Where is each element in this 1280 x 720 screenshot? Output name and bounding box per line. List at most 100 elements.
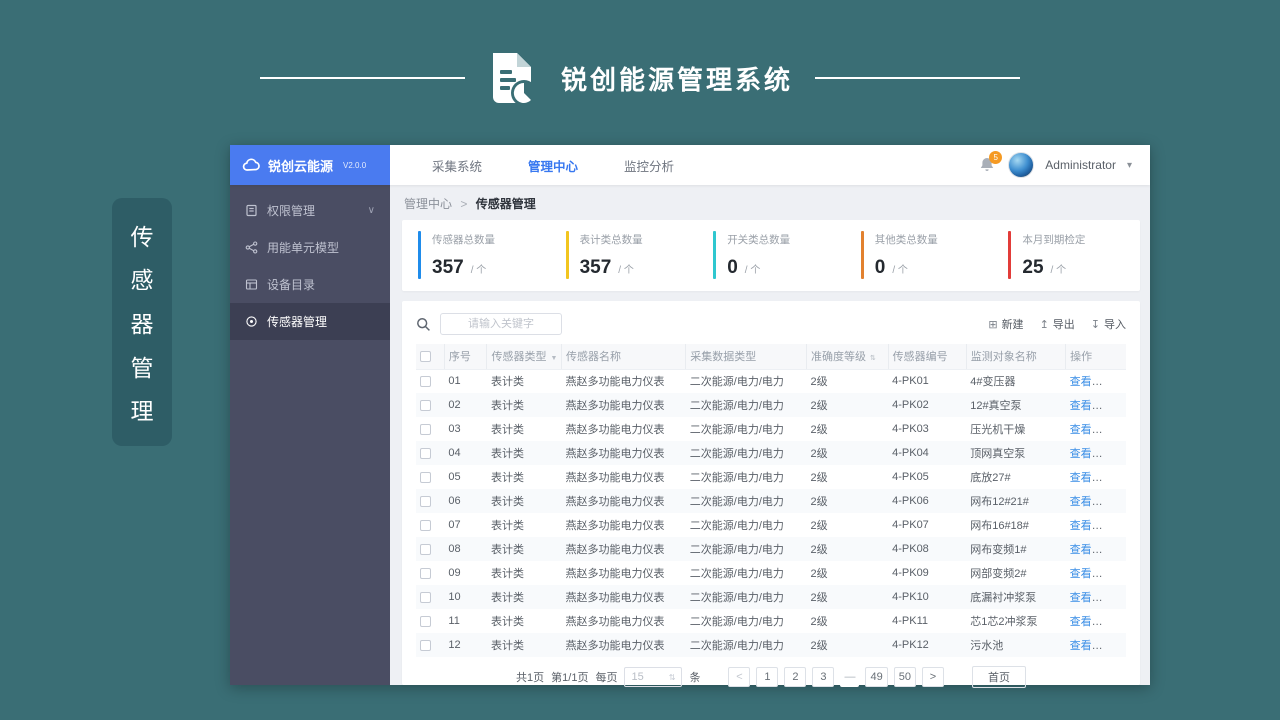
row-checkbox[interactable] [420,519,431,531]
view-link[interactable]: 查看 [1070,472,1092,484]
delete-link[interactable]: 删除 [1101,400,1123,412]
per-page-label: 每页 [595,672,618,684]
cell-target-name: 网布16#18# [970,520,1029,532]
delete-link[interactable]: 删除 [1101,640,1123,652]
delete-link[interactable]: 删除 [1101,592,1123,604]
delete-link[interactable]: 删除 [1101,544,1123,556]
per-page-input[interactable]: 15 ⇅ [624,667,683,687]
main-content: 管理中心 > 传感器管理 传感器总数量 357/ 个 表计类总数量 357/ 个 [390,185,1150,688]
cell-no: 01 [448,375,461,388]
row-checkbox[interactable] [420,591,431,603]
col-accuracy: 准确度等级 ⇅ [805,344,889,370]
delete-link[interactable]: 删除 [1101,448,1123,460]
table-row: 10 表计类 燕赵多功能电力仪表 二次能源/电力/电力 2级 4-PK10 底漏… [416,585,1126,609]
row-checkbox[interactable] [420,639,431,651]
next-page-button[interactable]: > [921,667,944,687]
delete-link[interactable]: 删除 [1101,496,1123,508]
sort-icon[interactable]: ⇅ [870,355,876,362]
view-link[interactable]: 查看 [1070,520,1092,532]
row-checkbox[interactable] [420,495,431,507]
cell-sensor-code: 4-PK07 [892,519,929,531]
row-checkbox[interactable] [420,447,431,459]
row-checkbox[interactable] [420,567,431,579]
sidebar-item-energy-unit-model[interactable]: 用能单元模型 [230,229,390,266]
cell-no: 03 [448,423,461,435]
cell-sensor-type: 表计类 [490,448,524,460]
cell-sensor-type: 表计类 [490,424,524,436]
table-row: 07 表计类 燕赵多功能电力仪表 二次能源/电力/电力 2级 4-PK07 网布… [416,513,1126,537]
delete-link[interactable]: 删除 [1101,568,1123,580]
notification-bell-icon[interactable]: 5 [979,151,1003,174]
tab-management-center[interactable]: 管理中心 [528,156,578,175]
first-page-button[interactable]: 首页 [971,666,1026,688]
new-button[interactable]: ⊞ 新建 [988,316,1023,332]
caret-down-icon: ▾ [1126,159,1132,171]
page-number-button[interactable]: 3 [812,667,835,687]
page-number-button[interactable]: 50 [893,667,916,687]
sidebar-item-sensor-management[interactable]: 传感器管理 [230,303,390,340]
brand-version: V2.0.0 [343,160,367,170]
filter-icon[interactable]: ▼ [550,355,557,362]
select-all-checkbox[interactable] [420,350,431,362]
cell-sensor-code: 4-PK02 [892,399,929,411]
search-icon[interactable] [416,317,431,332]
view-link[interactable]: 查看 [1070,400,1092,412]
view-link[interactable]: 查看 [1070,592,1092,604]
delete-link[interactable]: 删除 [1101,376,1123,388]
view-link[interactable]: 查看 [1070,376,1092,388]
cell-no: 06 [448,495,461,507]
view-link[interactable]: 查看 [1070,424,1092,436]
delete-link[interactable]: 删除 [1101,520,1123,532]
cell-data-type: 二次能源/电力/电力 [689,544,784,556]
breadcrumb-parent[interactable]: 管理中心 [404,197,452,211]
cell-no: 08 [448,543,461,555]
view-link[interactable]: 查看 [1070,544,1092,556]
sidebar-item-device-catalog[interactable]: 设备目录 [230,266,390,303]
page-number-button[interactable]: — [840,667,860,687]
row-checkbox[interactable] [420,375,431,387]
row-checkbox[interactable] [420,471,431,483]
sidebar-item-permissions[interactable]: 权限管理 ∨ [230,192,390,229]
delete-link[interactable]: 删除 [1101,472,1123,484]
view-link[interactable]: 查看 [1070,496,1092,508]
cell-data-type: 二次能源/电力/电力 [689,496,784,508]
document-chart-icon [492,53,537,106]
cell-target-name: 底漏衬冲浆泵 [970,592,1037,604]
stat-due-verification: 本月到期检定 25/ 个 [992,231,1140,279]
page-number-button[interactable]: 2 [784,667,807,687]
row-checkbox[interactable] [420,423,431,435]
table-header-row: 序号 传感器类型 ▼ 传感器名称 采集数据类型 准确度等级 ⇅ 传感器编号 监测对象… [416,344,1126,370]
col-sensor-code: 传感器编号 [887,344,967,370]
cell-sensor-type: 表计类 [490,496,524,508]
cell-accuracy: 2级 [810,472,828,484]
prev-page-button[interactable]: < [728,667,751,687]
col-operations: 操作 [1065,344,1126,370]
cell-accuracy: 2级 [810,592,828,604]
export-button[interactable]: ↥ 导出 [1040,316,1075,332]
page-number-button[interactable]: 1 [756,667,779,687]
search-input[interactable] [440,313,562,335]
view-link[interactable]: 查看 [1070,640,1092,652]
stepper-icon[interactable]: ⇅ [669,673,676,682]
catalog-icon [245,279,258,290]
delete-link[interactable]: 删除 [1101,616,1123,628]
view-link[interactable]: 查看 [1070,568,1092,580]
tab-collection-system[interactable]: 采集系统 [432,156,482,175]
row-checkbox[interactable] [420,615,431,627]
user-avatar[interactable] [1008,152,1035,178]
stat-color-bar [418,231,421,279]
page-number-button[interactable]: 49 [865,667,888,687]
import-button[interactable]: ↧ 导入 [1091,316,1126,332]
view-link[interactable]: 查看 [1070,616,1092,628]
user-name[interactable]: Administrator [1045,158,1116,172]
cell-data-type: 二次能源/电力/电力 [689,376,784,389]
permission-icon [246,204,257,217]
delete-link[interactable]: 删除 [1101,424,1123,436]
view-link[interactable]: 查看 [1070,448,1092,460]
per-page-unit: 条 [689,672,701,684]
row-checkbox[interactable] [420,543,431,555]
cell-target-name: 芯1芯2冲浆泵 [970,616,1038,628]
cell-sensor-code: 4-PK10 [892,591,929,603]
row-checkbox[interactable] [420,399,431,411]
tab-monitoring-analysis[interactable]: 监控分析 [624,156,674,175]
